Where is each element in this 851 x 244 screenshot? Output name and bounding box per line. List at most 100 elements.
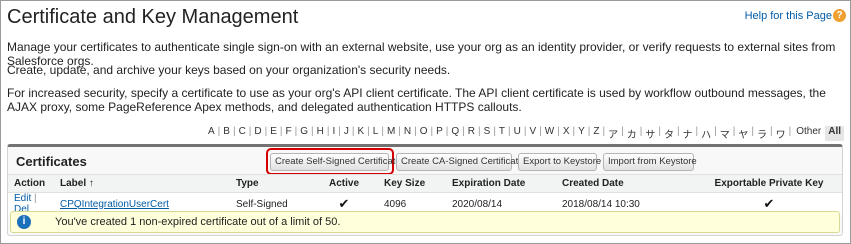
sort-ascending-icon: ↑ [88, 178, 94, 189]
alpha-separator: | [338, 126, 341, 137]
certificates-table: Action Label ↑ Type Active Key Size Expi… [8, 174, 842, 215]
alpha-separator: | [508, 126, 511, 137]
alpha-filter-letter[interactable]: L [372, 126, 380, 141]
create-ca-signed-certificate-button[interactable]: Create CA-Signed Certificate [396, 153, 524, 171]
alpha-separator: | [430, 126, 434, 137]
alpha-separator: | [658, 126, 661, 137]
alpha-separator: | [714, 126, 717, 137]
alpha-filter-letter[interactable]: Q [450, 126, 460, 141]
alpha-filter-letter[interactable]: E [269, 126, 278, 141]
column-label-text: Label [60, 178, 87, 189]
alpha-separator: | [572, 126, 576, 137]
alpha-filter-other[interactable]: Other [795, 126, 822, 141]
alpha-separator: | [621, 126, 624, 137]
alpha-separator: | [557, 126, 560, 137]
alpha-separator: | [587, 126, 591, 137]
alpha-filter-letter[interactable]: K [356, 126, 365, 141]
alpha-filter-letter[interactable]: U [513, 126, 522, 141]
alpha-filter-letter[interactable]: D [253, 126, 262, 141]
alpha-index-filter: A | B | C | D | E | F | G | H | I | J | K | L | M | N | O | P | Q | R | S | T |… [207, 126, 844, 141]
column-type[interactable]: Type [230, 174, 310, 193]
certificate-label-link[interactable]: CPQIntegrationUserCert [60, 199, 169, 210]
alpha-filter-letter[interactable]: V [528, 126, 537, 141]
alpha-separator: | [523, 126, 527, 137]
alpha-filter-letter[interactable]: P [435, 126, 444, 141]
alpha-filter-letter[interactable]: N [403, 126, 412, 141]
column-action: Action [8, 174, 54, 193]
certificates-block: Certificates Create Self-Signed Certific… [7, 144, 843, 236]
column-expiration-date[interactable]: Expiration Date [446, 174, 556, 193]
alpha-separator: | [602, 126, 606, 137]
alpha-filter-letter[interactable]: マ [719, 126, 731, 141]
alpha-separator: | [478, 126, 481, 137]
alpha-filter-letter[interactable]: ハ [700, 126, 712, 141]
alpha-filter-letter[interactable]: Z [592, 126, 600, 141]
alpha-filter-letter[interactable]: ナ [682, 126, 694, 141]
alpha-filter-letter[interactable]: ラ [756, 126, 768, 141]
page-title: Certificate and Key Management [7, 6, 299, 28]
column-active[interactable]: Active [310, 174, 378, 193]
page-frame: Certificate and Key Management Help for … [0, 0, 851, 244]
alpha-filter-letter[interactable]: G [299, 126, 309, 141]
create-self-signed-certificate-button[interactable]: Create Self-Signed Certificate [270, 153, 401, 171]
edit-link[interactable]: Edit [14, 193, 31, 204]
info-message-text: You've created 1 non-expired certificate… [55, 216, 341, 228]
export-to-keystore-button[interactable]: Export to Keystore [518, 153, 601, 171]
alpha-separator: | [311, 126, 314, 137]
alpha-separator: | [279, 126, 283, 137]
alpha-filter-letter[interactable]: J [343, 126, 350, 141]
alpha-separator: | [639, 126, 643, 137]
description-keys: Create, update, and archive your keys ba… [7, 63, 451, 77]
alpha-separator: | [695, 126, 699, 137]
alpha-separator: | [398, 126, 401, 137]
alpha-separator: | [326, 126, 330, 137]
alpha-filter-letter[interactable]: T [498, 126, 506, 141]
help-icon[interactable]: ? [833, 9, 846, 22]
alpha-separator: | [788, 126, 792, 137]
alpha-filter-letter[interactable]: F [285, 126, 293, 141]
alpha-separator: | [751, 126, 754, 137]
alpha-filter-letter[interactable]: Y [577, 126, 586, 141]
alpha-separator: | [264, 126, 268, 137]
column-label[interactable]: Label ↑ [54, 174, 230, 193]
alpha-separator: | [351, 126, 355, 137]
alpha-separator: | [248, 126, 252, 137]
alpha-separator: | [414, 126, 417, 137]
alpha-filter-letter[interactable]: R [467, 126, 476, 141]
alpha-separator: | [217, 126, 221, 137]
column-key-size[interactable]: Key Size [378, 174, 446, 193]
alpha-filter-letter[interactable]: W [544, 126, 555, 141]
alpha-filter-letter[interactable]: ア [607, 126, 619, 141]
alpha-separator: | [462, 126, 465, 137]
alpha-filter-letter[interactable]: S [483, 126, 492, 141]
alpha-filter-letter[interactable]: H [316, 126, 325, 141]
import-from-keystore-button[interactable]: Import from Keystore [603, 153, 697, 171]
alpha-separator: | [493, 126, 496, 137]
alpha-filter-letter[interactable]: タ [663, 126, 675, 141]
alpha-separator: | [367, 126, 370, 137]
info-icon: i [17, 215, 31, 229]
alpha-filter-letter[interactable]: サ [644, 126, 656, 141]
alpha-filter-letter[interactable]: ヤ [737, 126, 749, 141]
alpha-filter-letter[interactable]: O [419, 126, 429, 141]
alpha-filter-letter[interactable]: ワ [775, 126, 787, 141]
action-separator: | [34, 193, 37, 204]
description-api-cert: For increased security, specify a certif… [7, 86, 826, 114]
certificates-section-title: Certificates [16, 154, 87, 169]
column-created-date[interactable]: Created Date [556, 174, 696, 193]
alpha-separator: | [769, 126, 773, 137]
alpha-separator: | [539, 126, 542, 137]
alpha-separator: | [676, 126, 680, 137]
help-link[interactable]: Help for this Page [745, 10, 832, 22]
alpha-filter-letter[interactable]: C [238, 126, 247, 141]
alpha-separator: | [232, 126, 236, 137]
column-exportable-private-key[interactable]: Exportable Private Key [696, 174, 842, 193]
alpha-filter-letter[interactable]: M [386, 126, 396, 141]
alpha-filter-letter[interactable]: B [222, 126, 231, 141]
alpha-filter-all[interactable]: All [825, 126, 844, 141]
alpha-filter-letter[interactable]: カ [626, 126, 638, 141]
alpha-filter-letter[interactable]: A [207, 126, 216, 141]
alpha-separator: | [445, 126, 449, 137]
alpha-filter-letter[interactable]: X [562, 126, 571, 141]
table-header-row: Action Label ↑ Type Active Key Size Expi… [8, 174, 842, 193]
